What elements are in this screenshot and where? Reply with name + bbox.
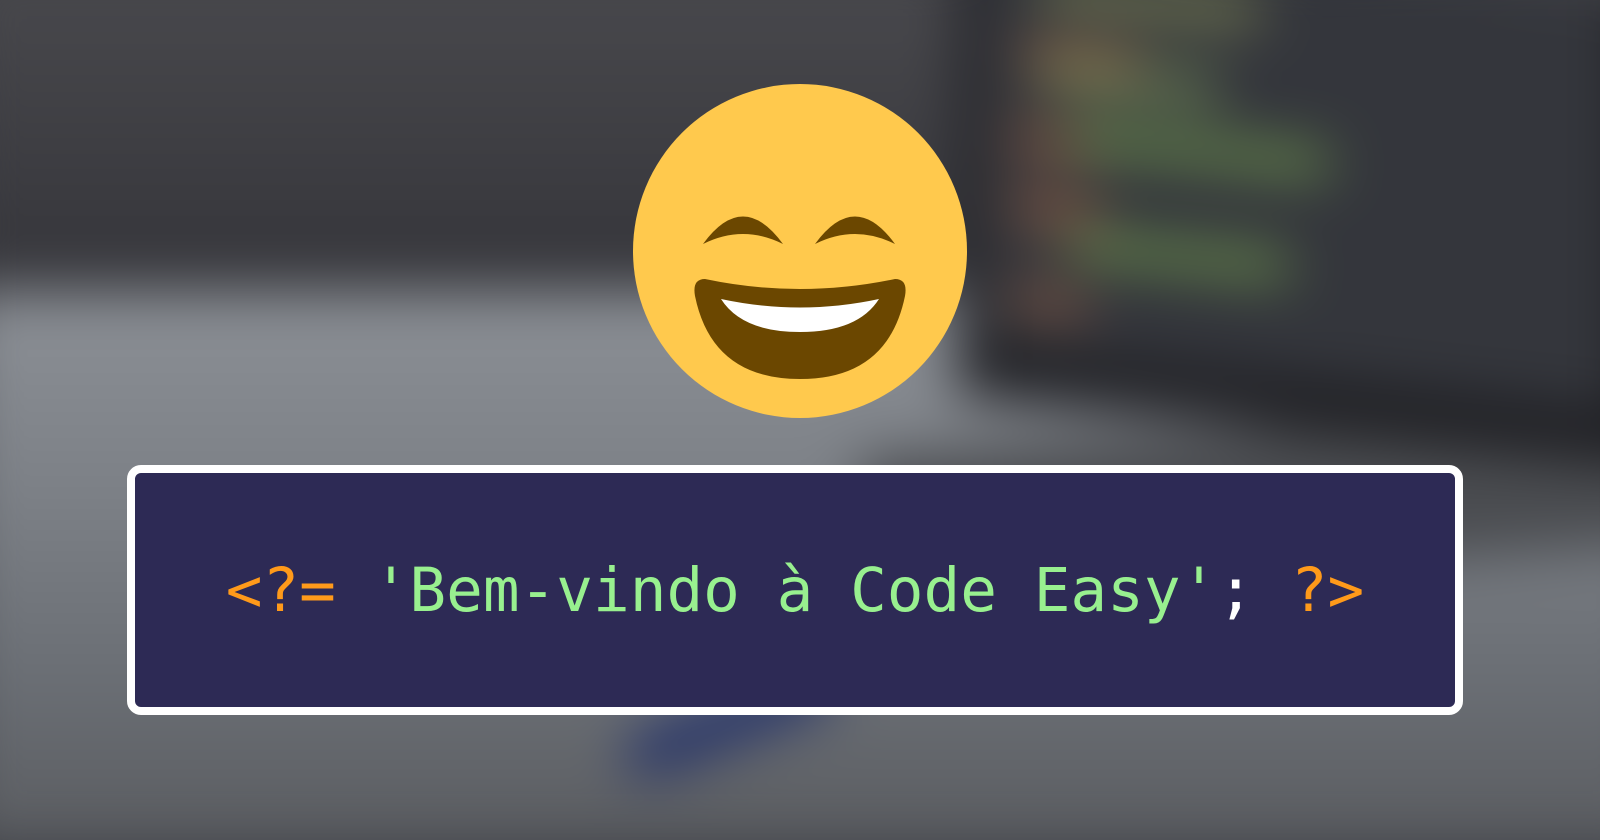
- welcome-string: 'Bem-vindo à Code Easy': [372, 554, 1218, 626]
- semicolon: ;: [1217, 554, 1255, 626]
- code-line: <?= 'Bem-vindo à Code Easy'; ?>: [226, 555, 1365, 626]
- php-close-tag: ?>: [1290, 554, 1365, 626]
- grinning-face-with-smiling-eyes-icon: [633, 84, 967, 418]
- code-snippet-box: <?= 'Bem-vindo à Code Easy'; ?>: [127, 465, 1463, 715]
- php-open-tag: <?=: [225, 554, 336, 626]
